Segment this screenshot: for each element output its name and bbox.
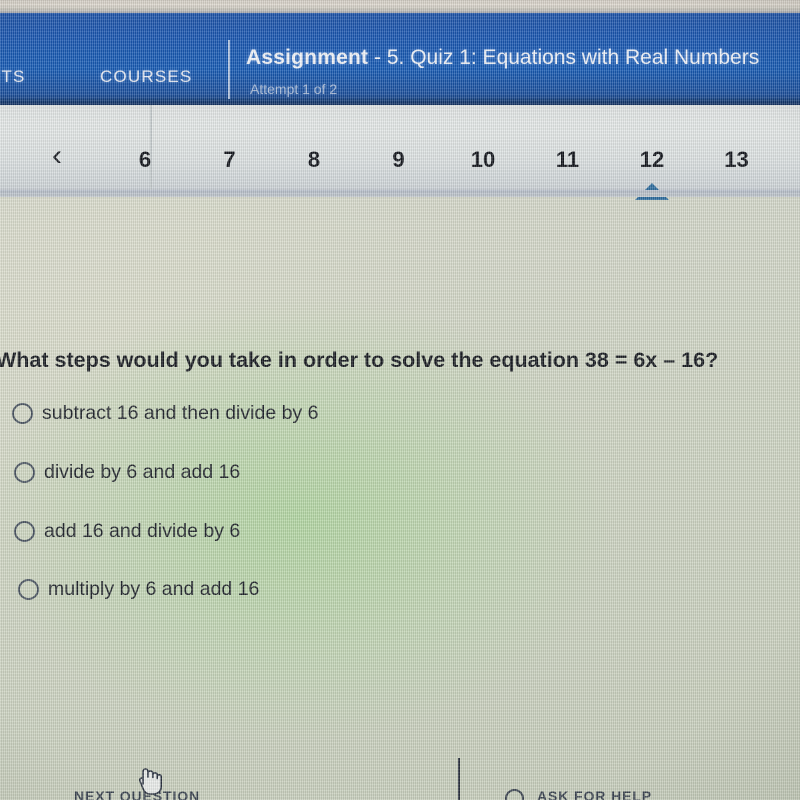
answer-option-2[interactable]: add 16 and divide by 6 [14, 516, 240, 546]
quiz-screen: NTS COURSES Assignment - 5. Quiz 1: Equa… [0, 0, 800, 800]
assignment-name: - 5. Quiz 1: Equations with Real Numbers [368, 46, 760, 69]
monitor-bezel-strip [0, 0, 800, 13]
question-pager: ‹ 6 7 8 9 10 11 12 13 [0, 105, 800, 200]
answer-option-label-3: multiply by 6 and add 16 [48, 577, 260, 600]
pager-number-6[interactable]: 6 [125, 149, 165, 171]
ask-for-help-button[interactable]: ASK FOR HELP [537, 788, 652, 800]
radio-button-1[interactable] [14, 461, 35, 483]
pager-bottom-edge [0, 190, 800, 197]
nav-item-assignments[interactable]: NTS [0, 67, 26, 87]
assignment-label: Assignment [246, 46, 369, 69]
pager-number-13[interactable]: 13 [717, 149, 757, 171]
pager-number-7[interactable]: 7 [210, 149, 250, 171]
chevron-left-icon[interactable]: ‹ [52, 141, 62, 171]
mouse-cursor [138, 764, 164, 800]
radio-button-2[interactable] [14, 520, 35, 542]
pager-number-11[interactable]: 11 [548, 149, 588, 171]
answer-option-3[interactable]: multiply by 6 and add 16 [18, 574, 259, 604]
question-text: What steps would you take in order to so… [0, 348, 719, 372]
nav-item-courses[interactable]: COURSES [100, 67, 192, 87]
pager-number-12[interactable]: 12 [632, 149, 672, 171]
answer-option-label-1: divide by 6 and add 16 [44, 460, 241, 483]
assignment-title: Assignment - 5. Quiz 1: Equations with R… [246, 46, 759, 70]
answer-option-1[interactable]: divide by 6 and add 16 [14, 457, 240, 487]
pager-number-10[interactable]: 10 [463, 149, 503, 171]
radio-button-3[interactable] [18, 578, 39, 600]
answer-option-label-0: subtract 16 and then divide by 6 [42, 401, 319, 424]
pager-number-9[interactable]: 9 [379, 149, 419, 171]
radio-button-0[interactable] [12, 402, 33, 424]
header-divider [228, 40, 230, 100]
answer-option-0[interactable]: subtract 16 and then divide by 6 [12, 398, 318, 428]
answer-option-label-2: add 16 and divide by 6 [44, 519, 241, 542]
attempt-counter: Attempt 1 of 2 [250, 81, 338, 97]
bottom-bar-divider [458, 758, 460, 800]
app-header: NTS COURSES Assignment - 5. Quiz 1: Equa… [0, 13, 800, 105]
pager-number-8[interactable]: 8 [294, 149, 334, 171]
